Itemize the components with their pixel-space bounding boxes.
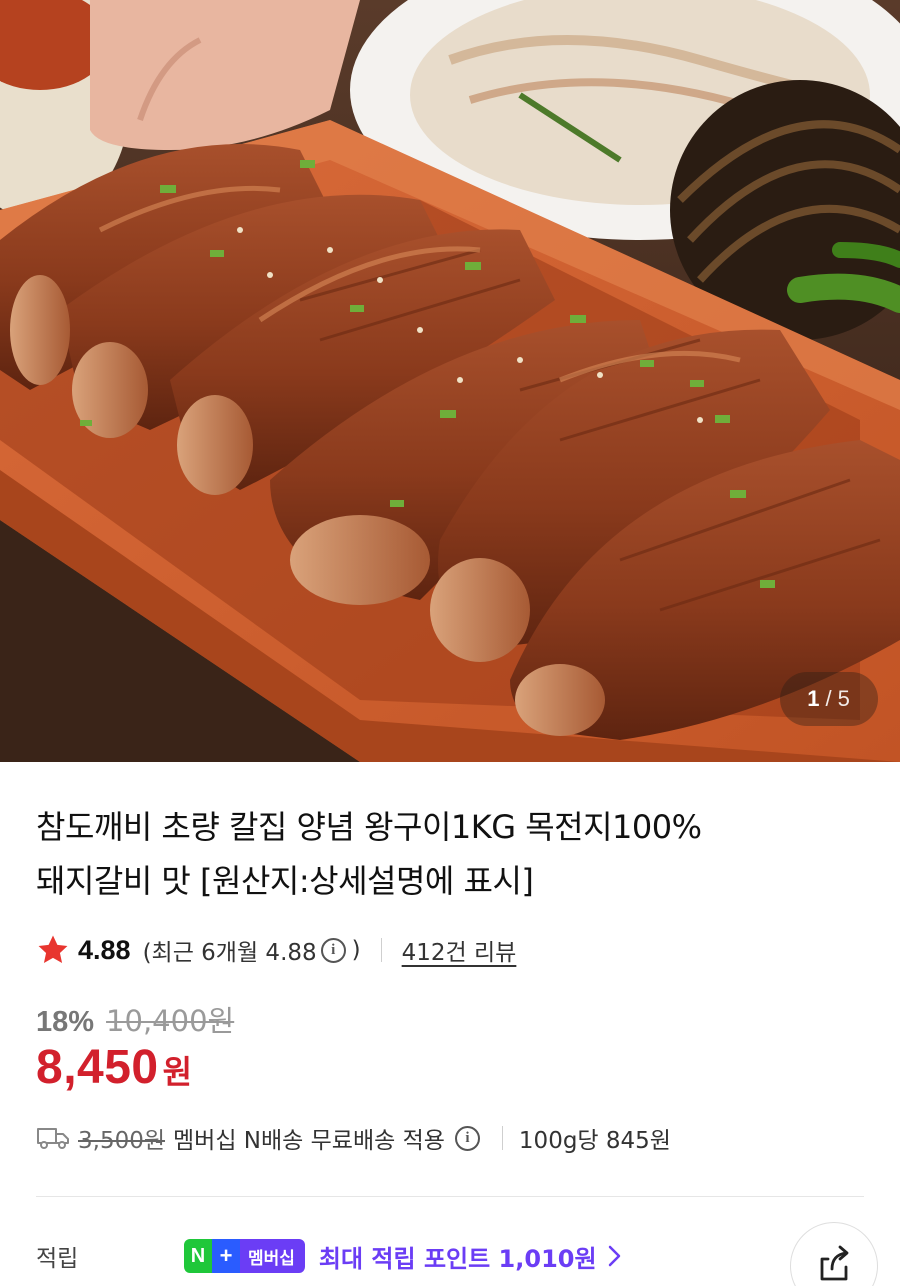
star-icon (38, 935, 68, 964)
discount-row: 18% 10,400원 (36, 998, 234, 1040)
product-image-gallery[interactable]: 1 / 5 (0, 0, 900, 762)
unit-price: 100g당 845원 (518, 1128, 671, 1154)
naver-n-icon: N (184, 1239, 212, 1273)
share-icon (820, 1245, 849, 1281)
plus-icon: + (212, 1239, 240, 1273)
membership-badge-text: 멤버십 (240, 1239, 305, 1273)
shipping-fee: 3,500원 (78, 1128, 166, 1154)
sale-price-value: 8,450 (36, 1041, 159, 1094)
current-page: 1 (807, 686, 821, 711)
shipping-info-icon[interactable]: i (454, 1125, 480, 1151)
chevron-right-icon[interactable] (607, 1244, 623, 1268)
recent-rating: (최근 6개월 4.88 i ) (143, 933, 361, 967)
total-pages: 5 (837, 686, 851, 711)
sale-price: 8,450 원 (36, 1040, 192, 1095)
recent-rating-text: (최근 6개월 4.88 (142, 940, 317, 966)
page-separator: / (825, 686, 833, 711)
share-button[interactable] (790, 1222, 878, 1286)
shipping-benefit: 멤버십 N배송 무료배송 적용 (173, 1128, 445, 1154)
divider (501, 1126, 503, 1150)
points-label: 적립 (36, 1246, 79, 1272)
max-points-link[interactable]: 최대 적립 포인트 1,010원 (319, 1239, 597, 1274)
membership-badge: N + 멤버십 (184, 1239, 305, 1273)
shipping-row: 3,500원 멤버십 N배송 무료배송 적용 i 100g당 845원 (36, 1118, 671, 1158)
gallery-page-indicator: 1 / 5 (780, 672, 878, 726)
rating-row: 4.88 (최근 6개월 4.88 i ) 412건 리뷰 (36, 930, 516, 970)
sale-price-unit: 원 (162, 1053, 193, 1091)
original-price: 10,400원 (106, 1004, 235, 1038)
divider (380, 938, 382, 962)
points-row: 적립 N + 멤버십 최대 적립 포인트 1,010원 (36, 1234, 876, 1278)
truck-icon (37, 1128, 69, 1149)
review-count-link[interactable]: 412건 리뷰 (402, 933, 517, 967)
product-title-line1: 참도깨비 초량 칼집 양념 왕구이1KG 목전지100% (36, 808, 702, 846)
info-icon[interactable]: i (320, 937, 346, 963)
product-title-line2: 돼지갈비 맛 [원산지:상세설명에 표시] (36, 862, 534, 900)
section-divider (36, 1196, 864, 1197)
product-photo (0, 0, 900, 762)
rating-score: 4.88 (78, 934, 131, 965)
product-title: 참도깨비 초량 칼집 양념 왕구이1KG 목전지100% 돼지갈비 맛 [원산지… (36, 800, 856, 908)
discount-rate: 18% (36, 1006, 95, 1038)
recent-rating-close: ) (351, 937, 361, 963)
